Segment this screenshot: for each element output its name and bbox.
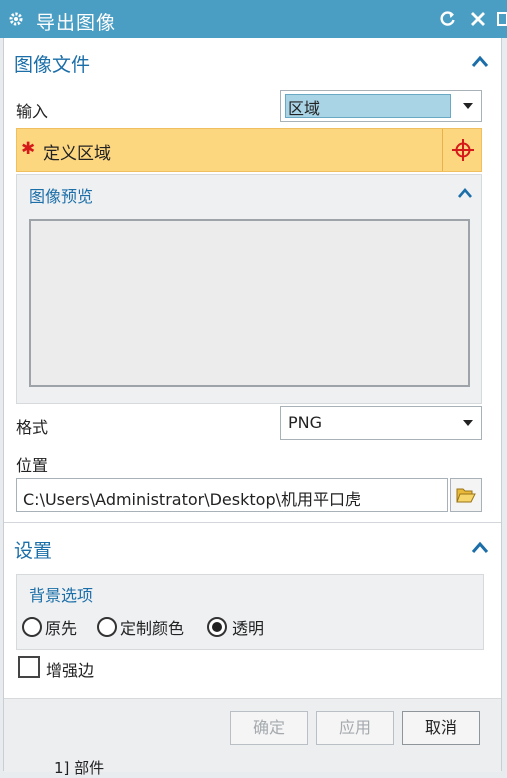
- chevron-down-icon: [463, 420, 473, 426]
- radio-transparent[interactable]: 透明: [207, 615, 264, 639]
- crosshair-icon[interactable]: [451, 138, 475, 162]
- image-preview-panel: 图像预览: [16, 174, 482, 404]
- required-star-icon: ✱: [21, 139, 36, 159]
- browse-folder-button[interactable]: [450, 478, 482, 512]
- enhance-edges-label: 增强边: [46, 661, 95, 680]
- format-select[interactable]: PNG: [280, 406, 482, 440]
- export-image-dialog: 图像文件 输入 区域 ✱ 定义区域 图像预览 格式 PNG 位置 C:\User: [3, 38, 502, 777]
- section-divider: [4, 522, 501, 523]
- dialog-title-bar: 导出图像: [0, 0, 507, 38]
- radio-original[interactable]: 原先: [22, 615, 77, 639]
- input-type-select[interactable]: 区域: [280, 90, 482, 122]
- dialog-title: 导出图像: [36, 12, 117, 34]
- define-region-label: 定义区域: [43, 144, 111, 164]
- location-path-field[interactable]: C:\Users\Administrator\Desktop\机用平口虎: [16, 478, 448, 512]
- row-divider: [442, 129, 443, 171]
- radio-transparent-indicator[interactable]: [207, 617, 227, 637]
- collapse-caret-icon[interactable]: [471, 540, 489, 554]
- radio-transparent-label: 透明: [232, 619, 265, 638]
- radio-custom-color-label: 定制颜色: [120, 619, 185, 638]
- background-options-group: 背景选项 原先 定制颜色 透明: [16, 574, 484, 650]
- background-options-title: 背景选项: [29, 586, 94, 605]
- enhance-edges-checkbox[interactable]: [18, 656, 40, 678]
- collapse-caret-icon[interactable]: [471, 54, 489, 68]
- image-file-section-title: 图像文件: [14, 54, 91, 76]
- location-path-value: C:\Users\Administrator\Desktop\机用平口虎: [23, 490, 361, 509]
- menu-icon[interactable]: [496, 9, 507, 29]
- collapse-caret-icon[interactable]: [457, 187, 473, 199]
- reset-icon[interactable]: [438, 9, 458, 29]
- format-label: 格式: [16, 418, 49, 437]
- radio-original-label: 原先: [45, 619, 78, 638]
- input-label: 输入: [16, 102, 49, 121]
- input-select-value: 区域: [288, 99, 321, 118]
- image-preview-area: [29, 219, 470, 387]
- close-icon[interactable]: [468, 9, 488, 29]
- ok-button[interactable]: 确定: [230, 711, 308, 745]
- chevron-down-icon: [463, 103, 473, 109]
- format-select-value: PNG: [288, 413, 323, 432]
- radio-custom-color-indicator[interactable]: [97, 617, 117, 637]
- radio-original-indicator[interactable]: [22, 617, 42, 637]
- settings-section-title: 设置: [14, 540, 53, 562]
- radio-custom-color[interactable]: 定制颜色: [97, 615, 184, 639]
- gear-icon[interactable]: [8, 11, 24, 27]
- location-label: 位置: [16, 456, 49, 475]
- folder-open-icon: [456, 488, 476, 503]
- background-tree-item: 1] 部件: [54, 759, 105, 777]
- dialog-footer: 确定 应用 取消 1] 部件: [4, 698, 501, 777]
- image-file-section-header[interactable]: 图像文件: [4, 44, 501, 80]
- image-preview-title: 图像预览: [29, 187, 94, 206]
- apply-button[interactable]: 应用: [316, 711, 394, 745]
- settings-section-header[interactable]: 设置: [4, 530, 501, 566]
- cancel-button[interactable]: 取消: [402, 711, 480, 745]
- define-region-row[interactable]: ✱ 定义区域: [16, 128, 482, 172]
